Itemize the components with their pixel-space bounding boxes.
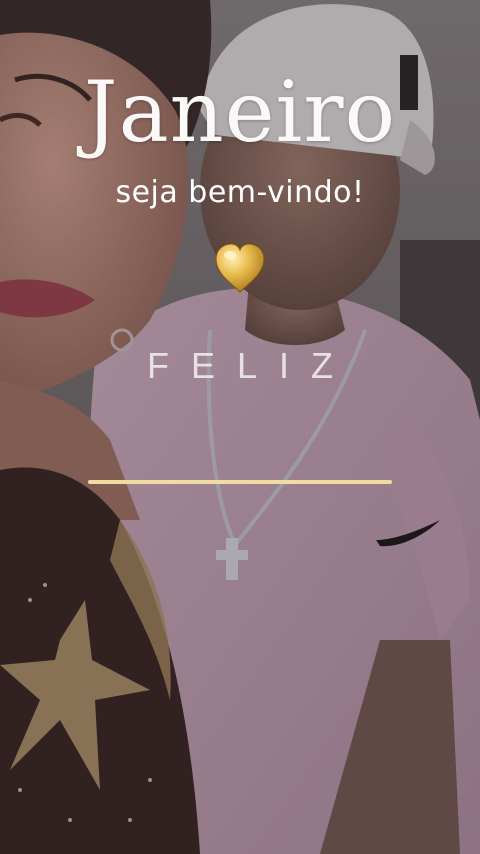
feliz-word: FELIZ (146, 345, 355, 386)
month-title: Janeiro (83, 63, 397, 161)
welcome-subtitle: seja bem-vindo! (115, 175, 365, 210)
story-canvas: Janeiro seja bem-vindo! FELIZ (0, 0, 480, 854)
gold-divider-line (88, 480, 392, 484)
gold-heart-icon (212, 240, 268, 296)
